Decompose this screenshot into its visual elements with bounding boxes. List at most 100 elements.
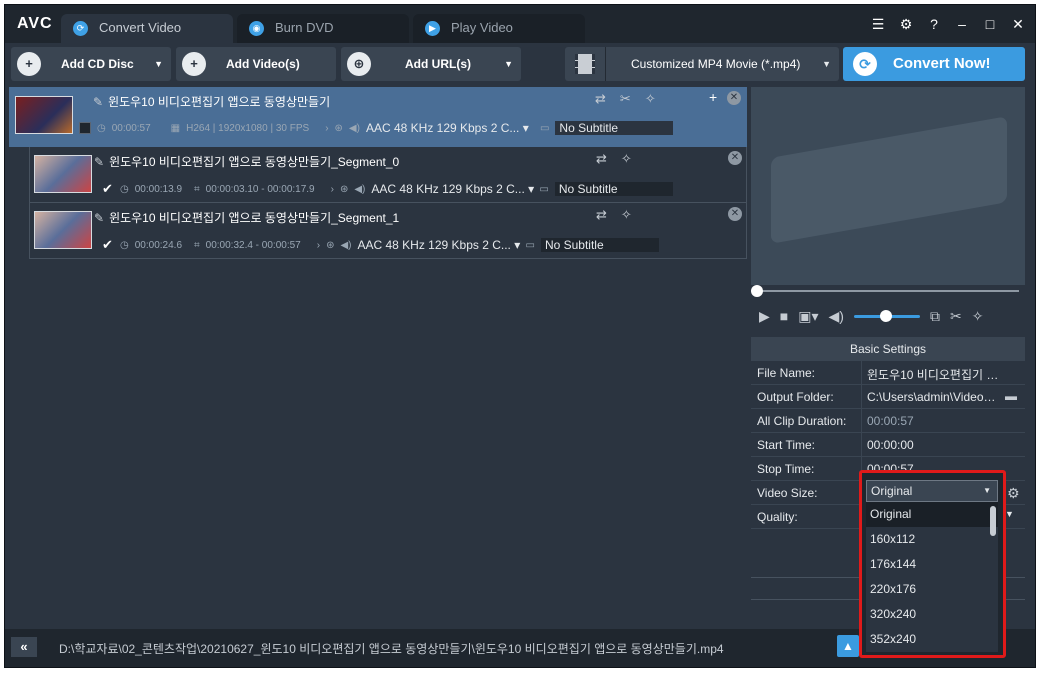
- profile-label: Customized MP4 Movie (*.mp4): [631, 57, 801, 71]
- convert-icon[interactable]: ⇄: [596, 151, 607, 167]
- add-cd-disc-button[interactable]: + Add CD Disc ▼: [11, 47, 171, 81]
- settings-header: Basic Settings: [751, 337, 1025, 361]
- chevron-right-icon[interactable]: ›: [325, 123, 328, 134]
- file-name-value[interactable]: 윈도우10 비디오편집기 앱...: [867, 366, 1003, 383]
- option-original[interactable]: Original: [866, 502, 998, 527]
- option-220x176[interactable]: 220x176: [866, 577, 998, 602]
- tab-burn-dvd[interactable]: ◉ Burn DVD: [237, 14, 409, 43]
- folder-icon[interactable]: ▬: [1005, 389, 1017, 403]
- checkmark-icon[interactable]: ✔: [102, 237, 114, 253]
- video-size-dropdown: Original ▼ Original 160x112 176x144 220x…: [859, 470, 1006, 658]
- segment-item[interactable]: ✎ 윈도우10 비디오편집기 앱으로 동영상만들기_Segment_0 ✔ ◷ 0…: [29, 147, 747, 203]
- stop-icon[interactable]: ■: [780, 308, 788, 324]
- film-add-icon: +: [182, 52, 206, 76]
- output-folder-value[interactable]: C:\Users\admin\Videos...: [867, 390, 997, 404]
- minimize-icon[interactable]: –: [951, 13, 973, 35]
- chevron-down-icon[interactable]: ▼: [154, 47, 163, 81]
- speaker-icon: ◀): [348, 122, 360, 134]
- tab-label: Convert Video: [99, 20, 182, 35]
- film-strip-icon: ▦: [170, 122, 181, 134]
- seek-bar[interactable]: [751, 285, 1025, 297]
- pencil-icon[interactable]: ✎: [94, 155, 104, 169]
- subtitle-select[interactable]: No Subtitle: [555, 121, 674, 135]
- tab-play-video[interactable]: ▶ Play Video: [413, 14, 585, 43]
- crop-icon[interactable]: ⧉: [930, 308, 940, 325]
- camera-icon[interactable]: ▣▾: [798, 308, 818, 325]
- subtitle-select[interactable]: No Subtitle: [554, 182, 673, 196]
- output-folder-label: Output Folder:: [757, 390, 834, 404]
- upload-arrow-icon[interactable]: ▲: [837, 635, 859, 657]
- help-icon[interactable]: ?: [923, 13, 945, 35]
- subtitle-select[interactable]: No Subtitle: [540, 238, 659, 252]
- add-videos-button[interactable]: + Add Video(s): [176, 47, 336, 81]
- subtitle-icon: ▭: [525, 239, 535, 251]
- chevron-down-icon[interactable]: ▼: [504, 47, 513, 81]
- seek-handle[interactable]: [751, 285, 763, 297]
- scissors-icon[interactable]: ✂: [950, 308, 962, 325]
- close-icon[interactable]: ✕: [1007, 13, 1029, 35]
- magic-wand-icon[interactable]: ✧: [645, 91, 656, 107]
- magic-wand-icon[interactable]: ✧: [621, 207, 632, 223]
- maximize-icon[interactable]: □: [979, 13, 1001, 35]
- stop-time-label: Stop Time:: [757, 462, 815, 476]
- checkmark-icon[interactable]: ✔: [102, 181, 114, 197]
- select-checkbox[interactable]: [79, 122, 91, 134]
- effect-icon[interactable]: ⊛: [335, 123, 343, 134]
- convert-icon[interactable]: ⇄: [596, 207, 607, 223]
- settings-gear-icon[interactable]: ⚙: [895, 13, 917, 35]
- remove-segment-icon[interactable]: ✕: [728, 151, 742, 165]
- convert-now-button[interactable]: ⟳ Convert Now!: [843, 47, 1025, 81]
- segment-item[interactable]: ✎ 윈도우10 비디오편집기 앱으로 동영상만들기_Segment_1 ✔ ◷ 0…: [29, 203, 747, 259]
- chevron-right-icon[interactable]: ›: [317, 240, 320, 251]
- tab-convert-video[interactable]: ⟳ Convert Video: [61, 14, 233, 43]
- option-320x240[interactable]: 320x240: [866, 602, 998, 627]
- volume-slider[interactable]: [853, 309, 920, 322]
- pencil-icon[interactable]: ✎: [94, 211, 104, 225]
- segment-meta: ✔ ◷ 00:00:13.9 ⌗ 00:00:03.10 - 00:00:17.…: [102, 181, 673, 197]
- video-thumbnail: [15, 96, 73, 134]
- volume-icon[interactable]: ◀): [829, 308, 844, 325]
- option-176x144[interactable]: 176x144: [866, 552, 998, 577]
- video-size-gear-icon[interactable]: ⚙: [1007, 485, 1020, 502]
- segment-actions: ⇄ ✧: [596, 207, 632, 223]
- pencil-icon[interactable]: ✎: [93, 95, 103, 109]
- divider: [861, 361, 862, 385]
- file-item[interactable]: ✎ 윈도우10 비디오편집기 앱으로 동영상만들기 ◷ 00:00:57 ▦ H2…: [9, 87, 747, 147]
- divider: [861, 409, 862, 433]
- app-logo: AVC: [17, 15, 53, 32]
- audio-track-select[interactable]: AAC 48 KHz 129 Kbps 2 C... ▾: [357, 238, 520, 252]
- chevron-down-icon[interactable]: ▼: [1005, 509, 1014, 519]
- speaker-icon: ◀): [340, 239, 352, 251]
- remove-segment-icon[interactable]: ✕: [728, 207, 742, 221]
- add-url-button[interactable]: ⊕ Add URL(s) ▼: [341, 47, 521, 81]
- collapse-button[interactable]: «: [11, 637, 37, 657]
- audio-track-select[interactable]: AAC 48 KHz 129 Kbps 2 C... ▾: [366, 121, 534, 135]
- film-reel-placeholder: [771, 116, 1007, 244]
- chevron-down-icon: ▼: [983, 486, 991, 495]
- convert-icon[interactable]: ⇄: [595, 91, 606, 107]
- time-range: 00:00:32.4 - 00:00:57: [205, 239, 301, 251]
- segment-title[interactable]: ✎ 윈도우10 비디오편집기 앱으로 동영상만들기_Segment_1: [94, 209, 399, 226]
- play-icon[interactable]: ▶: [759, 308, 770, 325]
- magic-wand-icon[interactable]: ✧: [621, 151, 632, 167]
- segment-title[interactable]: ✎ 윈도우10 비디오편집기 앱으로 동영상만들기_Segment_0: [94, 153, 399, 170]
- scissors-icon[interactable]: ✂: [620, 91, 631, 107]
- output-profile-select[interactable]: Customized MP4 Movie (*.mp4) ▼: [565, 47, 839, 81]
- subtitle-value: No Subtitle: [558, 182, 618, 196]
- crop-icon: ⌗: [194, 239, 200, 251]
- file-title[interactable]: ✎ 윈도우10 비디오편집기 앱으로 동영상만들기: [93, 93, 330, 110]
- video-size-options: Original 160x112 176x144 220x176 320x240…: [866, 502, 998, 652]
- start-time-value[interactable]: 00:00:00: [867, 438, 1003, 452]
- effect-icon[interactable]: ⊛: [326, 240, 334, 251]
- video-size-select[interactable]: Original ▼: [866, 480, 998, 502]
- menu-icon[interactable]: ☰: [867, 13, 889, 35]
- option-160x112[interactable]: 160x112: [866, 527, 998, 552]
- audio-track-select[interactable]: AAC 48 KHz 129 Kbps 2 C... ▾: [371, 182, 534, 196]
- scrollbar-thumb[interactable]: [990, 506, 996, 536]
- magic-wand-icon[interactable]: ✧: [972, 308, 984, 325]
- plus-icon[interactable]: +: [709, 89, 717, 105]
- remove-item-icon[interactable]: ✕: [727, 91, 741, 105]
- option-352x240[interactable]: 352x240: [866, 627, 998, 652]
- effect-icon[interactable]: ⊛: [340, 184, 348, 195]
- chevron-right-icon[interactable]: ›: [331, 184, 334, 195]
